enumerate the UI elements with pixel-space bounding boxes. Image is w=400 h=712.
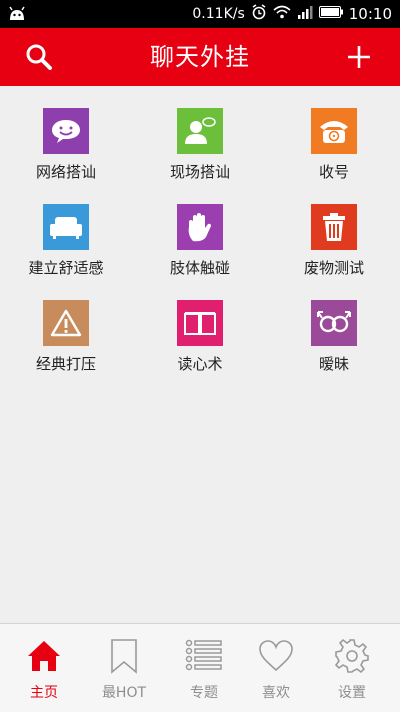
app-bar: 聊天外挂 xyxy=(0,28,400,86)
warning-icon xyxy=(43,300,89,346)
person-chat-icon xyxy=(177,108,223,154)
tab-label: 专题 xyxy=(190,685,218,701)
bookmark-icon xyxy=(104,636,144,676)
tab-label: 最HOT xyxy=(101,685,147,701)
tab-label: 主页 xyxy=(30,685,58,701)
gender-icon xyxy=(311,300,357,346)
grid-item-touch[interactable]: 肢体触碰 xyxy=(134,182,266,278)
status-bar: 0.11K/s 10:10 xyxy=(0,0,400,28)
wifi-icon xyxy=(273,5,291,23)
telephone-icon xyxy=(311,108,357,154)
grid-item-online-chat[interactable]: 网络搭讪 xyxy=(0,86,132,182)
home-icon xyxy=(24,636,64,676)
grid-item-onsite-chat[interactable]: 现场搭讪 xyxy=(134,86,266,182)
network-speed: 0.11K/s xyxy=(192,6,245,22)
add-button[interactable] xyxy=(330,28,388,86)
grid-item-label: 暧昧 xyxy=(318,355,349,373)
grid-item-label: 收号 xyxy=(318,163,349,181)
grid-item-neg[interactable]: 经典打压 xyxy=(0,278,132,374)
grid-item-comfort[interactable]: 建立舒适感 xyxy=(0,182,132,278)
chat-bubble-icon xyxy=(43,108,89,154)
heart-icon xyxy=(256,636,296,676)
list-icon xyxy=(184,636,224,676)
status-time: 10:10 xyxy=(348,5,392,23)
bottom-tab-bar: 主页 最HOT 专题 喜欢 设置 xyxy=(0,623,400,712)
grid-item-ambiguous[interactable]: 暧昧 xyxy=(268,278,400,374)
plus-icon xyxy=(348,46,370,68)
sofa-icon xyxy=(43,204,89,250)
grid-item-mind-reading[interactable]: 读心术 xyxy=(134,278,266,374)
tab-label: 喜欢 xyxy=(262,685,290,701)
trash-icon xyxy=(311,204,357,250)
battery-icon xyxy=(318,6,343,22)
gear-icon xyxy=(332,636,372,676)
grid-item-label: 肢体触碰 xyxy=(169,259,230,277)
tab-topics[interactable]: 专题 xyxy=(164,624,244,712)
grid-item-get-number[interactable]: 收号 xyxy=(268,86,400,182)
tab-favorites[interactable]: 喜欢 xyxy=(236,624,316,712)
grid-item-label: 现场搭讪 xyxy=(169,163,230,181)
grid-item-label: 废物测试 xyxy=(303,259,364,277)
book-icon xyxy=(177,300,223,346)
grid-item-label: 网络搭讪 xyxy=(35,163,96,181)
grid-item-label: 建立舒适感 xyxy=(28,259,104,277)
alarm-icon xyxy=(251,4,267,24)
grid-item-label: 经典打压 xyxy=(35,355,96,373)
signal-icon xyxy=(297,5,313,23)
grid-item-label: 读心术 xyxy=(177,355,223,373)
hand-icon xyxy=(177,204,223,250)
grid-item-shit-test[interactable]: 废物测试 xyxy=(268,182,400,278)
tab-settings[interactable]: 设置 xyxy=(312,624,392,712)
tab-label: 设置 xyxy=(338,685,366,701)
tab-hot[interactable]: 最HOT xyxy=(84,624,164,712)
tab-home[interactable]: 主页 xyxy=(4,624,84,712)
android-icon xyxy=(8,6,26,22)
